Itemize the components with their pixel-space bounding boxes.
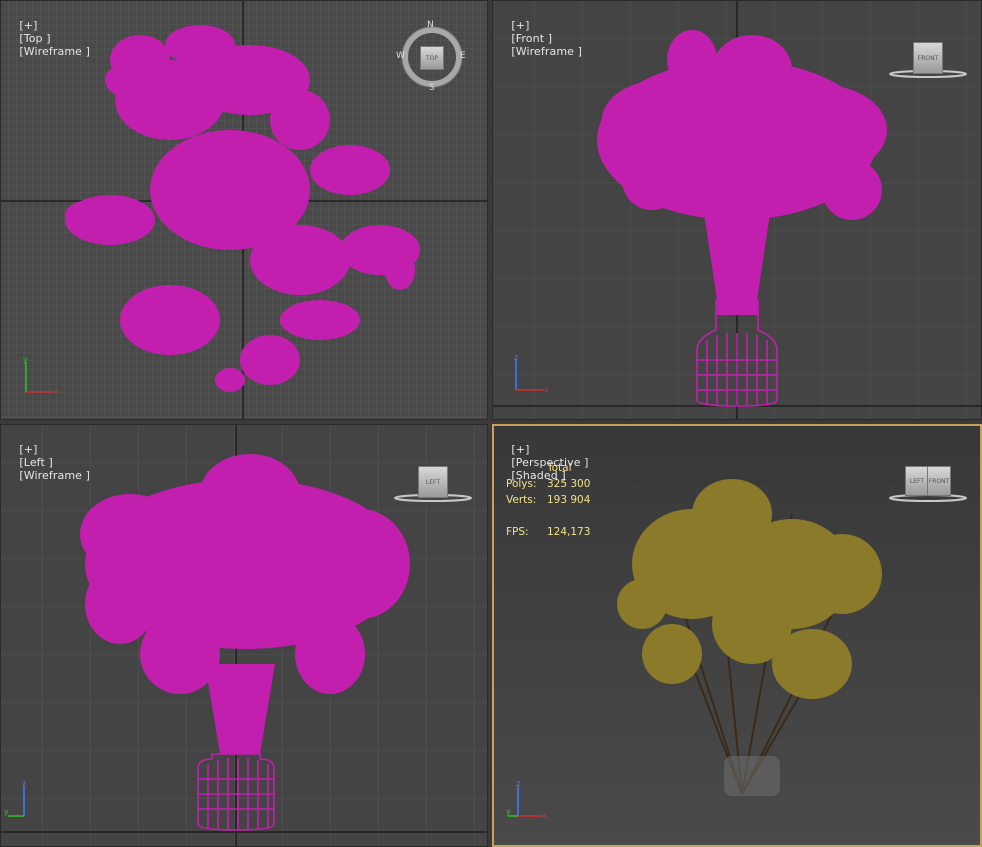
viewport-view-name[interactable]: [Top ] [19, 32, 50, 45]
axis-x-label: x [544, 385, 549, 394]
compass-north: N [427, 20, 434, 30]
viewport-top[interactable]: TOP N S E W y x [+] [Top ] [Wireframe ] [0, 0, 488, 420]
viewport-left[interactable]: LEFT z y [+] [Left ] [Wireframe ] [0, 424, 488, 847]
axis-gizmo-perspective: z x y [506, 780, 547, 820]
viewport-view-name[interactable]: [Front ] [511, 32, 552, 45]
fps-value: 124,173 [547, 526, 591, 538]
viewcube-top-face[interactable]: TOP [420, 46, 444, 70]
viewport-view-name[interactable]: [Left ] [19, 456, 52, 469]
axis-x-label: x [542, 811, 547, 820]
viewport-perspective[interactable]: Total Polys: 325 300 Verts: 193 904 FPS: 12… [492, 424, 982, 847]
viewport-label-front[interactable]: [+] [Front ] [Wireframe ] [497, 6, 582, 71]
vase-shaded [724, 756, 780, 796]
axis-x-label: x [54, 387, 59, 396]
viewport-view-name[interactable]: [Perspective ] [511, 456, 588, 469]
axis-gizmo-top: y x [23, 356, 59, 396]
axis-y-label: y [23, 356, 28, 364]
viewport-shading-mode[interactable]: [Wireframe ] [511, 45, 582, 58]
viewcube-perspective[interactable]: LEFT FRONT [888, 464, 968, 504]
fps-label: FPS: [506, 526, 529, 538]
compass-east: E [460, 51, 466, 61]
axis-z-label: z [514, 354, 518, 362]
axis-z-label: z [516, 780, 520, 788]
viewport-label-top[interactable]: [+] [Top ] [Wireframe ] [5, 6, 90, 71]
compass-south: S [429, 83, 435, 93]
axis-z-label: z [22, 780, 26, 788]
compass-west: W [396, 51, 405, 61]
viewcube-top[interactable]: TOP N S E W [396, 20, 466, 93]
viewport-menu-button[interactable]: [+] [19, 19, 37, 32]
viewcube-front[interactable]: FRONT [888, 40, 968, 80]
viewport-shading-mode[interactable]: [Wireframe ] [19, 469, 90, 482]
viewcube-persp-front-face[interactable]: FRONT [927, 466, 951, 496]
viewport-label-perspective[interactable]: [+] [Perspective ] [Shaded ] [497, 430, 589, 495]
viewport-menu-button[interactable]: [+] [511, 443, 529, 456]
viewport-shading-mode[interactable]: [Wireframe ] [19, 45, 90, 58]
axis-y-label: y [4, 807, 9, 816]
viewport-shading-mode[interactable]: [Shaded ] [511, 469, 565, 482]
viewport-front[interactable]: FRONT z x [+] [Front ] [Wireframe ] [492, 0, 982, 420]
viewcube-left-face[interactable]: LEFT [418, 466, 448, 498]
viewcube-front-face[interactable]: FRONT [913, 42, 943, 74]
viewport-label-left[interactable]: [+] [Left ] [Wireframe ] [5, 430, 90, 495]
axis-gizmo-left: z y [4, 780, 26, 817]
axis-gizmo-front: z x [514, 354, 549, 394]
viewport-menu-button[interactable]: [+] [511, 19, 529, 32]
viewcube-left[interactable]: LEFT [393, 464, 473, 504]
viewcube-persp-left-face[interactable]: LEFT [905, 466, 929, 496]
axis-y-label: y [506, 807, 511, 816]
viewport-menu-button[interactable]: [+] [19, 443, 37, 456]
